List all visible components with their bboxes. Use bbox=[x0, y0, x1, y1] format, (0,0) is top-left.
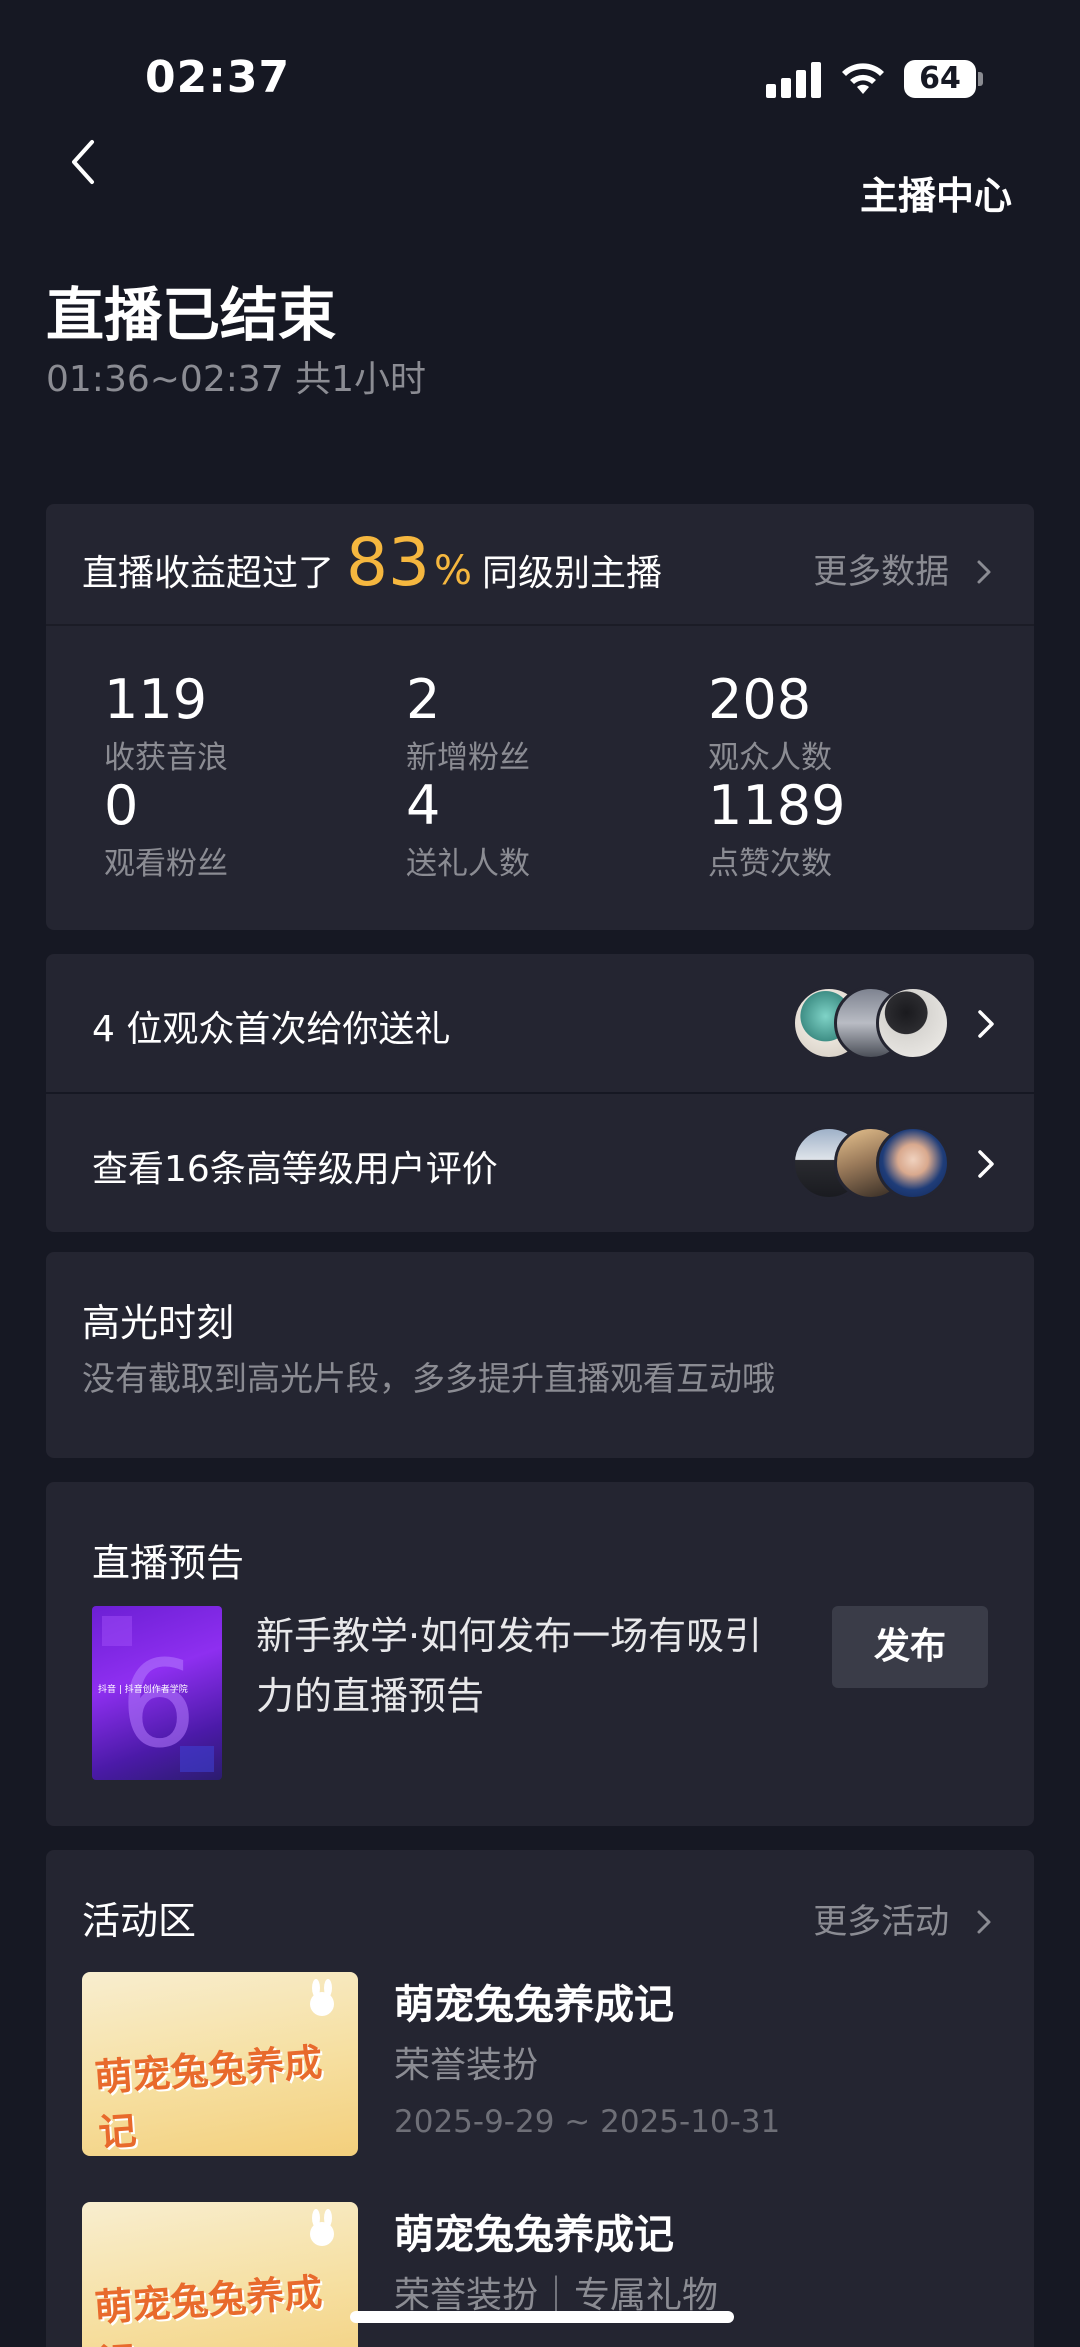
user-reviews-text: 查看16条高等级用户评价 bbox=[92, 1149, 498, 1190]
more-activities-link[interactable]: 更多活动 bbox=[813, 1894, 994, 1943]
stat-label: 点赞次数 bbox=[708, 846, 832, 882]
stat-value: 2 bbox=[406, 668, 441, 731]
stat-label: 新增粉丝 bbox=[406, 740, 530, 776]
activity-tag: 荣誉装扮 bbox=[394, 2045, 539, 2086]
chevron-right-icon bbox=[977, 560, 991, 584]
wifi-icon bbox=[842, 63, 884, 94]
live-stats-card: 直播收益超过了 83 % 同级别主播 更多数据 119 收获音浪 2 新增粉丝 … bbox=[46, 504, 1034, 930]
stat-item: 0 观看粉丝 bbox=[104, 776, 384, 883]
preview-title: 直播预告 bbox=[92, 1541, 245, 1585]
stat-item: 208 观众人数 bbox=[708, 670, 988, 777]
user-reviews-row[interactable]: 查看16条高等级用户评价 bbox=[46, 1094, 1034, 1232]
stat-label: 观看粉丝 bbox=[104, 846, 228, 882]
stat-item: 2 新增粉丝 bbox=[406, 670, 686, 777]
cellular-signal-icon bbox=[766, 60, 822, 98]
more-data-label: 更多数据 bbox=[813, 552, 950, 592]
activity-date: 2025-9-29 ~ 2025-10-31 bbox=[394, 2104, 781, 2140]
live-summary-screen: 02:37 64 主播中心 直播已结束 01:36~02:37 共1小时 直播收… bbox=[0, 0, 1080, 2347]
preview-desc: 新手教学·如何发布一场有吸引力的直播预告 bbox=[256, 1614, 763, 1718]
stat-item: 1189 点赞次数 bbox=[708, 776, 988, 883]
preview-thumb-caption: 抖音 | 抖音创作者学院 bbox=[98, 1685, 188, 1695]
activity-title: 活动区 bbox=[82, 1899, 197, 1943]
stat-label: 观众人数 bbox=[708, 740, 832, 776]
preview-thumbnail[interactable]: 6 抖音 | 抖音创作者学院 bbox=[92, 1606, 222, 1780]
battery-cap bbox=[978, 72, 983, 86]
stat-value: 1189 bbox=[708, 774, 846, 837]
avatar bbox=[876, 1126, 950, 1200]
activity-name: 萌宠兔兔养成记 bbox=[394, 2212, 674, 2258]
activity-thumbnail: 萌宠兔兔养成记 bbox=[82, 2202, 358, 2347]
activity-thumb-logo: 萌宠兔兔养成记 bbox=[93, 2270, 324, 2347]
highlight-card: 高光时刻 没有截取到高光片段，多多提升直播观看互动哦 bbox=[46, 1252, 1034, 1458]
chevron-right-icon bbox=[977, 1910, 991, 1934]
battery-icon: 64 bbox=[904, 60, 976, 98]
chevron-right-icon bbox=[978, 1010, 994, 1038]
svg-text:6: 6 bbox=[120, 1636, 196, 1775]
first-gift-text: 4 位观众首次给你送礼 bbox=[92, 1009, 451, 1050]
publish-button[interactable]: 发布 bbox=[832, 1606, 988, 1688]
stat-value: 4 bbox=[406, 774, 441, 837]
activity-item[interactable]: 萌宠兔兔养成记 萌宠兔兔养成记 荣誉装扮｜专属礼物 bbox=[82, 2202, 1002, 2347]
activity-thumb-logo: 萌宠兔兔养成记 bbox=[93, 2040, 324, 2156]
avatar bbox=[876, 986, 950, 1060]
stat-item: 4 送礼人数 bbox=[406, 776, 686, 883]
earnings-percent-sign: % bbox=[434, 548, 473, 594]
anchor-center-link[interactable]: 主播中心 bbox=[860, 165, 1012, 220]
activity-name: 萌宠兔兔养成记 bbox=[394, 1982, 674, 2028]
page-title: 直播已结束 bbox=[46, 281, 337, 349]
earnings-lead-text: 直播收益超过了 bbox=[82, 553, 335, 594]
status-bar: 02:37 64 bbox=[0, 0, 1080, 150]
live-duration: 01:36~02:37 共1小时 bbox=[46, 359, 427, 400]
earnings-ranking: 直播收益超过了 83 % 同级别主播 更多数据 bbox=[46, 504, 1034, 626]
highlight-desc: 没有截取到高光片段，多多提升直播观看互动哦 bbox=[82, 1359, 775, 1398]
stat-label: 送礼人数 bbox=[406, 846, 530, 882]
rabbit-icon bbox=[310, 1979, 334, 2016]
live-preview-card: 直播预告 6 抖音 | 抖音创作者学院 新手教学·如何发布一场有吸引力的直播预告… bbox=[46, 1482, 1034, 1826]
status-time: 02:37 bbox=[145, 52, 291, 103]
avatar-group bbox=[792, 986, 950, 1062]
rabbit-icon bbox=[310, 2209, 334, 2246]
activity-thumbnail: 萌宠兔兔养成记 bbox=[82, 1972, 358, 2156]
activity-item[interactable]: 萌宠兔兔养成记 萌宠兔兔养成记 荣誉装扮 2025-9-29 ~ 2025-10… bbox=[82, 1972, 1002, 2162]
back-button[interactable] bbox=[56, 130, 110, 194]
first-gift-row[interactable]: 4 位观众首次给你送礼 bbox=[46, 954, 1034, 1092]
more-activities-label: 更多活动 bbox=[813, 1902, 950, 1942]
highlight-title: 高光时刻 bbox=[82, 1301, 235, 1345]
stat-value: 119 bbox=[104, 668, 208, 731]
earnings-percent: 83 bbox=[346, 524, 430, 601]
stat-item: 119 收获音浪 bbox=[104, 670, 384, 777]
home-indicator[interactable] bbox=[350, 2311, 734, 2323]
avatar-group bbox=[792, 1126, 950, 1202]
activity-card: 活动区 更多活动 萌宠兔兔养成记 萌宠兔兔养成记 荣誉装扮 2025-9-29 … bbox=[46, 1850, 1034, 2347]
stat-value: 0 bbox=[104, 774, 139, 837]
chevron-right-icon bbox=[978, 1150, 994, 1178]
earnings-tail-text: 同级别主播 bbox=[482, 553, 663, 594]
more-data-link[interactable]: 更多数据 bbox=[813, 544, 994, 593]
stat-label: 收获音浪 bbox=[104, 740, 228, 776]
stat-value: 208 bbox=[708, 668, 812, 731]
